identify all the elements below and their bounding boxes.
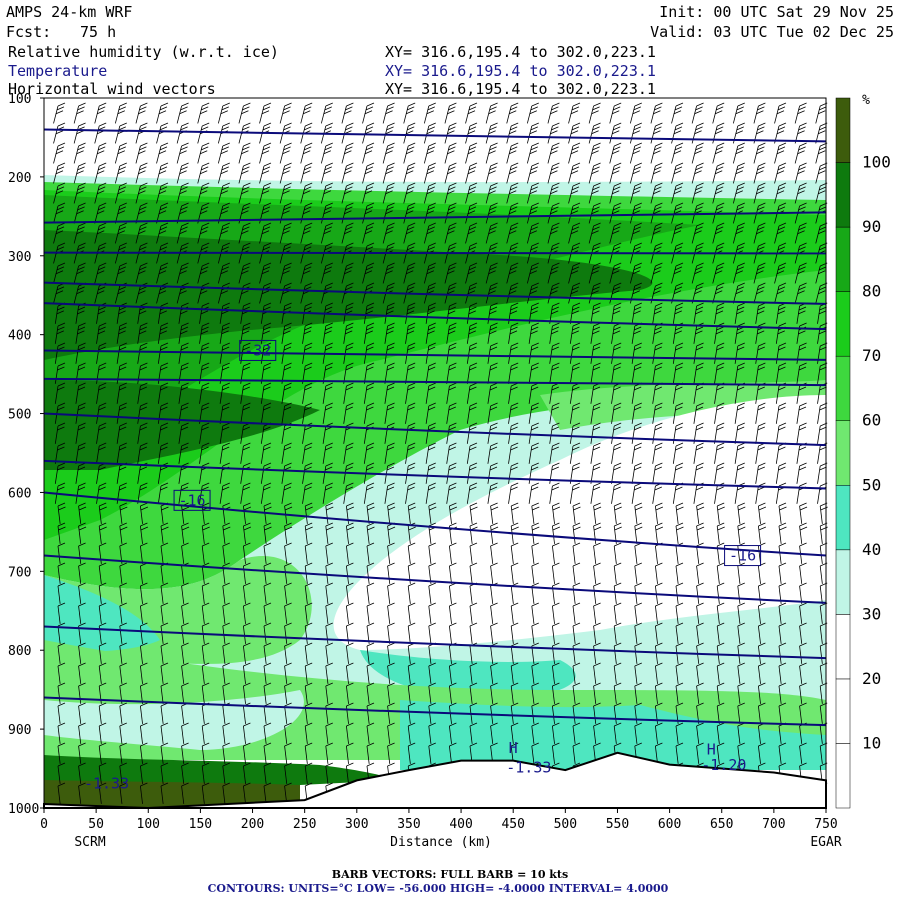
colorbar-tick-label: 20 [862,669,881,688]
xy3-label: XY= 316.6,195.4 to 302.0,223.1 [385,80,656,98]
x-tick-label: 250 [293,817,316,832]
extremum-label: H [509,739,518,757]
colorbar-segment [835,162,851,228]
y-tick-label: 800 [8,644,31,659]
colorbar-segment [835,97,851,163]
x-tick-label: 150 [189,817,212,832]
temperature-contour [43,251,827,255]
x-tick-label: 300 [345,817,368,832]
x-tick-label: 550 [606,817,629,832]
y-tick-label: 1000 [8,802,39,817]
model-title: AMPS 24-km WRF [6,3,132,21]
colorbar-segment [835,226,851,292]
colorbar-tick-label: 70 [862,346,881,365]
colorbar-tick-label: 90 [862,217,881,236]
forecast-hours: 75 h [80,23,116,41]
contour-label: -32 [239,339,277,361]
colorbar-tick-label: 100 [862,153,891,172]
colorbar-tick-label: 50 [862,475,881,494]
y-tick-label: 400 [8,329,31,344]
y-tick-label: 900 [8,723,31,738]
init-time: Init: 00 UTC Sat 29 Nov 25 [659,3,894,21]
y-tick-label: 500 [8,408,31,423]
field2-label: Temperature [8,62,107,80]
colorbar-segment [835,614,851,680]
x-tick-label: 500 [554,817,577,832]
cross-section-chart: AMPS 24-km WRF Fcst: 75 h Init: 00 UTC S… [6,3,894,895]
colorbar-tick-label: 60 [862,411,881,430]
xy2-label: XY= 316.6,195.4 to 302.0,223.1 [385,62,656,80]
x-axis-ticks: 0 50 100 150 200 250 300 350 400 450 500 550 600 650 7… [40,808,838,832]
colorbar-tick-label: 40 [862,540,881,559]
valid-time: Valid: 03 UTC Tue 02 Dec 25 [650,23,894,41]
barb-footer: BARB VECTORS: FULL BARB = 10 kts [332,868,568,881]
forecast-label: Fcst: [6,23,51,41]
x-tick-label: 600 [658,817,681,832]
x-tick-label: 400 [449,817,472,832]
x-tick-label: 200 [241,817,264,832]
field3-label: Horizontal wind vectors [8,80,216,98]
x-tick-label: 0 [40,817,48,832]
x-tick-label: 700 [762,817,785,832]
x-tick-label: 50 [88,817,104,832]
plot-area: -32-16-16 H-1.33H-1.20-1.33 [43,97,828,810]
colorbar-segment [835,355,851,421]
colorbar-tick-label: 10 [862,733,881,752]
y-tick-label: 300 [8,250,31,265]
y-tick-label: 200 [8,171,31,186]
contour-footer: CONTOURS: UNITS=°C LOW= -56.000 HIGH= -4… [208,882,669,895]
y-tick-label: 100 [8,92,31,107]
colorbar-tick-label: 80 [862,282,881,301]
colorbar-tick-label: 30 [862,604,881,623]
x-tick-label: 450 [501,817,524,832]
contour-label: -16 [173,489,211,511]
y-tick-label: 600 [8,486,31,501]
colorbar-segment [835,678,851,744]
colorbar-segment [835,485,851,551]
colorbar-segment [835,291,851,357]
y-tick-label: 700 [8,565,31,580]
colorbar-segment [835,549,851,615]
x-tick-label: 100 [137,817,160,832]
x-right-endpoint: EGAR [810,835,841,850]
x-tick-label: 650 [710,817,733,832]
contour-label: -16 [724,545,762,567]
extremum-label: -1.33 [506,759,551,777]
x-left-endpoint: SCRM [74,835,105,850]
colorbar-segment [835,743,851,809]
xy1-label: XY= 316.6,195.4 to 302.0,223.1 [385,43,656,61]
x-tick-label: 350 [397,817,420,832]
x-axis-label: Distance (km) [390,835,492,850]
extremum-label: -1.20 [701,756,746,774]
y-axis-ticks: 100 200 300 400 500 600 700 800 900 1000 [8,92,44,817]
field1-label: Relative humidity (w.r.t. ice) [8,43,279,61]
colorbar: 10 20 30 40 50 60 70 80 90 100 [835,97,891,809]
colorbar-segment [835,420,851,486]
x-tick-label: 750 [814,817,837,832]
extremum-label: -1.33 [84,774,129,792]
colorbar-unit: % [862,93,870,108]
